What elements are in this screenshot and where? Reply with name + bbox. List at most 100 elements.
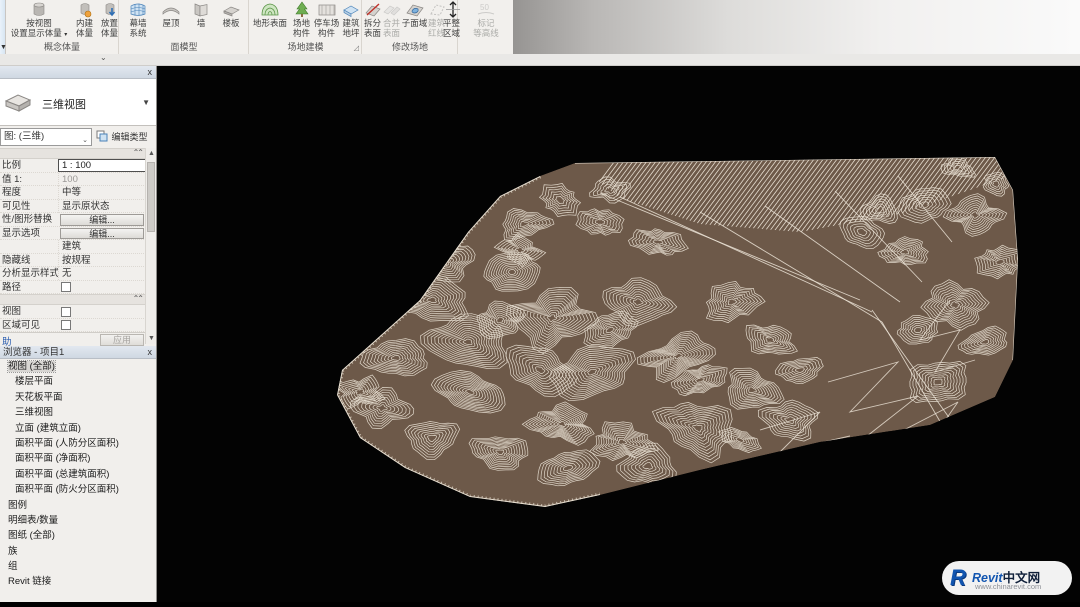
view-select-combo[interactable]: 图: (三维) ⌄ bbox=[0, 128, 92, 146]
panel-collapse-chevron-icon[interactable]: ⌄ bbox=[100, 53, 107, 62]
curtain-system-icon bbox=[128, 1, 148, 18]
ribbon: 按视图 设置显示体量 ▾ 内建 体量 放置 体量 概念体量 bbox=[0, 0, 1080, 54]
place-mass-icon bbox=[100, 1, 120, 18]
chevron-down-icon[interactable]: ▼ bbox=[142, 98, 150, 107]
tree-item-ceiling-plans[interactable]: 天花板平面 bbox=[0, 390, 156, 405]
panel-label-model-by-face: 面模型 bbox=[120, 42, 248, 53]
tree-item-groups[interactable]: 组 bbox=[0, 559, 156, 574]
tree-item-area-plan-fire[interactable]: 面积平面 (防火分区面积) bbox=[0, 482, 156, 497]
button-label: 标记 bbox=[466, 18, 506, 28]
tree-item-families[interactable]: 族 bbox=[0, 544, 156, 559]
merge-surfaces-button[interactable]: 合并 表面 bbox=[382, 0, 401, 42]
ribbon-panel-modify-site: 拆分 表面 合并 表面 子面域 建筑 红线 bbox=[363, 0, 458, 54]
close-icon[interactable]: x bbox=[148, 346, 153, 359]
edit-type-button[interactable]: 编辑类型 bbox=[96, 128, 156, 146]
wall-by-face-button[interactable]: 墙 bbox=[188, 0, 214, 42]
roof-by-face-button[interactable]: 屋顶 bbox=[156, 0, 186, 42]
toposurface-button[interactable]: 地形表面 bbox=[251, 0, 289, 42]
tree-item-revit-links[interactable]: Revit 链接 bbox=[0, 574, 156, 589]
ribbon-empty-area bbox=[513, 0, 1080, 54]
3d-viewport[interactable]: R Revit中文网 www.chinarevit.com bbox=[157, 66, 1080, 602]
revit-cn-logo-icon: R bbox=[950, 565, 966, 591]
panel-label-modify-site: 修改场地 bbox=[363, 42, 457, 53]
button-label: 停车场 bbox=[313, 18, 340, 28]
collapse-chevrons-icon[interactable]: ⌃⌃ bbox=[133, 148, 142, 157]
button-label: 设置显示体量 bbox=[11, 28, 62, 38]
tree-item-legends[interactable]: 图例 bbox=[0, 498, 156, 513]
project-browser: 浏览器 - 项目1 x 视图 (全部) 楼层平面 天花板平面 三维视图 立面 (… bbox=[0, 346, 156, 590]
tree-item-floor-plans[interactable]: 楼层平面 bbox=[0, 374, 156, 389]
button-label: 墙 bbox=[188, 18, 214, 28]
button-label: 地形表面 bbox=[251, 18, 289, 28]
view-3d-icon bbox=[2, 87, 34, 117]
tree-item-area-plan-gross[interactable]: 面积平面 (总建筑面积) bbox=[0, 467, 156, 482]
scroll-up-icon[interactable]: ▲ bbox=[146, 148, 157, 159]
property-line-button[interactable]: 建筑 红线 bbox=[428, 0, 443, 42]
properties-scrollbar[interactable]: ▲ ▼ bbox=[145, 148, 156, 344]
tree-item-sheets[interactable]: 图纸 (全部) bbox=[0, 528, 156, 543]
floor-by-face-button[interactable]: 楼板 bbox=[215, 0, 247, 42]
watermark-url: www.chinarevit.com bbox=[975, 582, 1041, 591]
show-mass-by-view-button[interactable]: 按视图 设置显示体量 ▾ bbox=[7, 0, 71, 42]
panel-label-site-modeling: 场地建模 bbox=[250, 42, 361, 53]
label-contours-button[interactable]: 50 标记 等高线 bbox=[466, 0, 506, 42]
toposurface-icon bbox=[260, 1, 280, 18]
cut-dropdown-caret-icon: ▼ bbox=[0, 44, 7, 51]
curtain-system-button[interactable]: 幕墙 系统 bbox=[122, 0, 154, 42]
properties-bottom-bar: 助 应用 bbox=[0, 332, 156, 346]
close-icon[interactable]: x bbox=[148, 66, 153, 79]
property-row-analysis-style: 分析显示样式 无 bbox=[0, 267, 156, 281]
scale-value-input[interactable]: 1 : 100 bbox=[58, 159, 146, 172]
properties-titlebar: x bbox=[0, 66, 156, 79]
apply-button[interactable]: 应用 bbox=[100, 334, 144, 346]
checkbox[interactable] bbox=[61, 282, 71, 292]
roof-icon bbox=[161, 1, 181, 18]
parking-component-button[interactable]: 停车场 构件 bbox=[313, 0, 340, 42]
subregion-button[interactable]: 子面域 bbox=[401, 0, 428, 42]
tree-item-area-plan-civil[interactable]: 面积平面 (人防分区面积) bbox=[0, 436, 156, 451]
place-mass-button[interactable]: 放置 体量 bbox=[97, 0, 122, 42]
inplace-mass-button[interactable]: 内建 体量 bbox=[72, 0, 97, 42]
button-label: 子面域 bbox=[401, 18, 428, 28]
subregion-icon bbox=[405, 1, 425, 18]
property-row-display-options: 显示选项 编辑... bbox=[0, 227, 156, 241]
button-label: 幕墙 bbox=[122, 18, 154, 28]
edit-button[interactable]: 编辑... bbox=[60, 228, 144, 240]
ribbon-panel-model-by-face: 幕墙 系统 屋顶 墙 楼板 面模型 bbox=[120, 0, 249, 54]
button-label: 合并 bbox=[382, 18, 401, 28]
button-label: 体量 bbox=[97, 28, 122, 38]
scrollbar-thumb[interactable] bbox=[147, 162, 155, 232]
collapse-chevrons-icon[interactable]: ⌃⌃ bbox=[133, 294, 142, 303]
tree-item-elevations[interactable]: 立面 (建筑立面) bbox=[0, 421, 156, 436]
mass-icon bbox=[29, 1, 49, 18]
building-pad-button[interactable]: 建筑 地坪 bbox=[340, 0, 362, 42]
property-row-discipline: 建筑 bbox=[0, 240, 156, 254]
ribbon-panel-label-contours: 50 标记 等高线 bbox=[459, 0, 513, 54]
edit-button[interactable]: 编辑... bbox=[60, 214, 144, 226]
type-selector-header[interactable]: 三维视图 ▼ bbox=[0, 79, 156, 126]
property-row-vg-overrides: 性/图形替换 编辑... bbox=[0, 213, 156, 227]
checkbox[interactable] bbox=[61, 320, 71, 330]
scroll-down-icon[interactable]: ▼ bbox=[146, 333, 157, 344]
button-label: 内建 bbox=[72, 18, 97, 28]
button-label: 体量 bbox=[72, 28, 97, 38]
svg-text:50: 50 bbox=[480, 3, 489, 12]
split-surface-button[interactable]: 拆分 表面 bbox=[363, 0, 382, 42]
parking-icon bbox=[317, 1, 337, 18]
chevron-down-icon: ▾ bbox=[64, 32, 67, 38]
button-label: 按视图 bbox=[7, 18, 71, 28]
button-label: 建筑 bbox=[340, 18, 362, 28]
tree-item-area-plan-net[interactable]: 面积平面 (净面积) bbox=[0, 451, 156, 466]
checkbox[interactable] bbox=[61, 307, 71, 317]
properties-group-header: ⌃⌃ bbox=[0, 294, 156, 305]
button-label: 屋顶 bbox=[156, 18, 186, 28]
tree-item-views[interactable]: 视图 (全部) bbox=[0, 359, 156, 374]
button-label: 区域 bbox=[443, 28, 458, 38]
button-label: 构件 bbox=[313, 28, 340, 38]
site-component-button[interactable]: 场地 构件 bbox=[290, 0, 313, 42]
tree-item-schedules[interactable]: 明细表/数量 bbox=[0, 513, 156, 528]
graded-region-button[interactable]: 平整 区域 bbox=[443, 0, 458, 42]
dialog-launcher-icon[interactable]: ◿ bbox=[354, 44, 359, 52]
view-combo-value: 图: (三维) bbox=[4, 131, 44, 142]
tree-item-3d-views[interactable]: 三维视图 bbox=[0, 405, 156, 420]
